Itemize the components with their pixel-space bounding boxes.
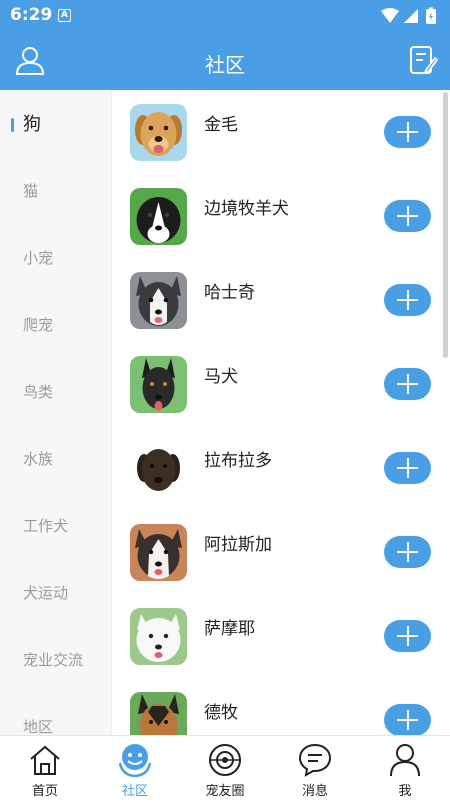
sidebar-item-label: 宠业交流 bbox=[23, 651, 84, 669]
border-collie-photo bbox=[130, 188, 187, 245]
sidebar-item-label: 地区 bbox=[23, 718, 54, 735]
sidebar-item-label: 狗 bbox=[23, 114, 41, 135]
sidebar-item-small-pet[interactable]: 小宠 bbox=[0, 225, 111, 292]
add-button[interactable] bbox=[384, 368, 431, 400]
sidebar-item-label: 小宠 bbox=[23, 249, 54, 267]
sidebar-item-reptile[interactable]: 爬宠 bbox=[0, 292, 111, 359]
sidebar-item-label: 爬宠 bbox=[23, 316, 54, 334]
tab-label: 社区 bbox=[121, 784, 148, 799]
breed-name: 边境牧羊犬 bbox=[204, 199, 289, 219]
sidebar-item-region[interactable]: 地区 bbox=[0, 694, 111, 735]
breed-name: 德牧 bbox=[204, 703, 238, 723]
list-item[interactable]: 金毛 bbox=[113, 90, 450, 174]
list-item[interactable]: 马犬 bbox=[113, 342, 450, 426]
sidebar-item-label: 工作犬 bbox=[23, 517, 69, 535]
tab-home[interactable]: 首页 bbox=[0, 736, 90, 801]
list-item[interactable]: 德牧 bbox=[113, 678, 450, 735]
sidebar-item-label: 犬运动 bbox=[23, 584, 69, 602]
sidebar-item-label: 鸟类 bbox=[23, 383, 54, 401]
tab-community[interactable]: 社区 bbox=[90, 736, 180, 801]
labrador-photo bbox=[130, 440, 187, 497]
active-indicator bbox=[11, 118, 14, 132]
list-item[interactable]: 边境牧羊犬 bbox=[113, 174, 450, 258]
signal-icon bbox=[404, 9, 418, 23]
malamute-photo bbox=[130, 524, 187, 581]
tab-label: 宠友圈 bbox=[205, 784, 245, 799]
sidebar-item-label: 猫 bbox=[23, 182, 39, 200]
tab-me[interactable]: 我 bbox=[360, 736, 450, 801]
husky-photo bbox=[130, 272, 187, 329]
tab-messages[interactable]: 消息 bbox=[270, 736, 360, 801]
tab-label: 消息 bbox=[301, 784, 328, 799]
add-button[interactable] bbox=[384, 116, 431, 148]
status-time: 6:29 bbox=[10, 5, 53, 25]
tab-pet-circle[interactable]: 宠友圈 bbox=[180, 736, 270, 801]
edit-note-icon[interactable] bbox=[408, 44, 438, 76]
tab-label: 我 bbox=[398, 784, 412, 799]
tab-label: 首页 bbox=[31, 784, 58, 799]
breed-name: 马犬 bbox=[204, 367, 238, 387]
add-button[interactable] bbox=[384, 284, 431, 316]
sidebar-item-pet-industry[interactable]: 宠业交流 bbox=[0, 627, 111, 694]
notification-a-icon: A bbox=[58, 9, 71, 22]
add-button[interactable] bbox=[384, 452, 431, 484]
sidebar-item-cat[interactable]: 猫 bbox=[0, 158, 111, 225]
add-button[interactable] bbox=[384, 620, 431, 652]
sidebar-item-working-dog[interactable]: 工作犬 bbox=[0, 493, 111, 560]
add-button[interactable] bbox=[384, 200, 431, 232]
malinois-photo bbox=[130, 356, 187, 413]
app-header: 社区 bbox=[0, 32, 450, 90]
community-icon bbox=[118, 744, 152, 777]
german-shepherd-photo bbox=[130, 692, 187, 735]
breed-name: 拉布拉多 bbox=[204, 451, 272, 471]
breed-name: 萨摩耶 bbox=[204, 619, 255, 639]
list-item[interactable]: 拉布拉多 bbox=[113, 426, 450, 510]
list-item[interactable]: 萨摩耶 bbox=[113, 594, 450, 678]
pet-circle-icon bbox=[209, 744, 241, 776]
add-button[interactable] bbox=[384, 704, 431, 735]
wifi-icon bbox=[381, 8, 399, 23]
page-title: 社区 bbox=[205, 53, 245, 77]
samoyed-photo bbox=[130, 608, 187, 665]
breed-list[interactable]: 金毛 边境牧羊犬 哈士奇 马犬 拉布拉多 阿拉斯加 萨摩耶 德牧 bbox=[113, 90, 450, 735]
list-scrollbar[interactable] bbox=[443, 92, 448, 358]
sidebar-item-aquarium[interactable]: 水族 bbox=[0, 426, 111, 493]
add-button[interactable] bbox=[384, 536, 431, 568]
breed-name: 阿拉斯加 bbox=[204, 535, 272, 555]
sidebar-item-bird[interactable]: 鸟类 bbox=[0, 359, 111, 426]
breed-name: 哈士奇 bbox=[204, 283, 255, 303]
status-bar: 6:29 A bbox=[0, 0, 450, 32]
system-status-icons bbox=[381, 7, 436, 24]
sidebar-item-dog[interactable]: 狗 bbox=[0, 91, 111, 158]
sidebar-item-label: 水族 bbox=[23, 450, 54, 468]
list-item[interactable]: 哈士奇 bbox=[113, 258, 450, 342]
category-sidebar: 狗 猫 小宠 爬宠 鸟类 水族 工作犬 犬运动 宠业交流 地区 bbox=[0, 90, 112, 735]
breed-name: 金毛 bbox=[204, 115, 238, 135]
home-icon bbox=[30, 745, 60, 775]
bottom-tab-bar: 首页 社区 宠友圈 消息 我 bbox=[0, 735, 450, 801]
message-icon bbox=[298, 743, 332, 777]
list-item[interactable]: 阿拉斯加 bbox=[113, 510, 450, 594]
profile-icon bbox=[390, 744, 420, 777]
sidebar-item-dog-sport[interactable]: 犬运动 bbox=[0, 560, 111, 627]
golden-retriever-photo bbox=[130, 104, 187, 161]
